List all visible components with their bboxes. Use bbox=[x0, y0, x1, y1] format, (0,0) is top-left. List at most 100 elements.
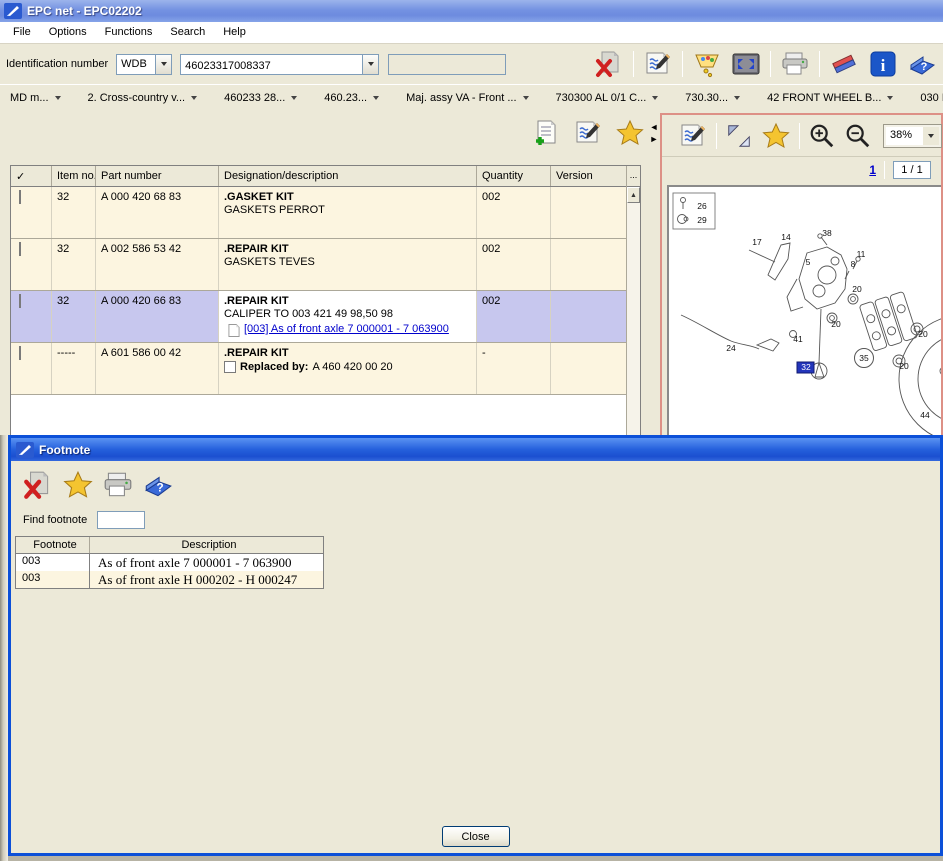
footnote-table: Footnote Description 003 As of front axl… bbox=[15, 536, 324, 589]
quantity: - bbox=[477, 343, 551, 394]
footnote-link[interactable]: [003] As of front axle 7 000001 - 7 0639… bbox=[244, 323, 470, 336]
wmi-combo[interactable]: WDB bbox=[116, 54, 172, 75]
part-number: A 000 420 66 83 bbox=[96, 291, 219, 342]
designation: .GASKET KIT bbox=[224, 191, 476, 204]
row-checkbox[interactable] bbox=[19, 242, 21, 256]
zoom-level-combo[interactable]: 38% bbox=[884, 125, 941, 147]
window-title: EPC net - EPC02202 bbox=[27, 4, 142, 18]
zoom-dropdown-button[interactable] bbox=[923, 127, 939, 145]
breadcrumb-item-subseries[interactable]: 730.30... bbox=[685, 92, 740, 104]
breadcrumb-item-type[interactable]: 460233 28... bbox=[224, 92, 297, 104]
scroll-up-button[interactable]: ▲ bbox=[627, 187, 640, 203]
page-number-link[interactable]: 1 bbox=[869, 163, 876, 177]
header-check: ✓ bbox=[11, 166, 52, 186]
wmi-value: WDB bbox=[117, 55, 155, 74]
wmi-dropdown-button[interactable] bbox=[155, 55, 171, 74]
table-row-selected[interactable]: 32 A 000 420 66 83 .REPAIR KIT CALIPER T… bbox=[11, 291, 640, 343]
print-icon bbox=[780, 49, 810, 79]
window-left-edge bbox=[0, 435, 8, 861]
column-options-button[interactable]: ... bbox=[627, 166, 640, 187]
info-button[interactable] bbox=[868, 49, 898, 79]
table-row[interactable]: 32 A 000 420 68 83 .GASKET KIT GASKETS P… bbox=[11, 187, 640, 239]
menu-file[interactable]: File bbox=[4, 24, 40, 40]
breadcrumb-item-group[interactable]: 42 FRONT WHEEL B... bbox=[767, 92, 893, 104]
help-button[interactable] bbox=[907, 49, 937, 79]
zoom-out-button[interactable] bbox=[844, 121, 872, 151]
print-button[interactable] bbox=[780, 49, 810, 79]
table-row[interactable]: 32 A 002 586 53 42 .REPAIR KIT GASKETS T… bbox=[11, 239, 640, 291]
add-document-button[interactable] bbox=[531, 118, 561, 148]
vin-combo[interactable] bbox=[180, 54, 379, 75]
collapse-left-icon[interactable]: ◄ bbox=[650, 122, 659, 132]
window-bottom-edge bbox=[0, 856, 943, 861]
notes-button[interactable] bbox=[573, 118, 603, 148]
row-checkbox[interactable] bbox=[19, 190, 21, 204]
item-no: 32 bbox=[52, 239, 96, 290]
header-quantity: Quantity bbox=[477, 166, 551, 186]
nav-separator bbox=[884, 161, 885, 179]
svg-text:29: 29 bbox=[697, 215, 707, 225]
breadcrumb-item-al[interactable]: 730300 AL 0/1 C... bbox=[556, 92, 659, 104]
footnote-row[interactable]: 003 As of front axle 7 000001 - 7 063900 bbox=[16, 554, 323, 571]
zoom-in-button[interactable] bbox=[808, 121, 836, 151]
menu-options[interactable]: Options bbox=[40, 24, 96, 40]
svg-text:8: 8 bbox=[851, 259, 856, 269]
favorites-button[interactable] bbox=[615, 118, 645, 148]
chevron-down-icon bbox=[652, 96, 658, 100]
add-document-icon bbox=[531, 118, 561, 148]
replaced-by-checkbox[interactable] bbox=[224, 361, 236, 373]
breadcrumb-item-series[interactable]: 460.23... bbox=[324, 92, 379, 104]
footnote-table-header: Footnote Description bbox=[16, 537, 323, 554]
favorites-button[interactable] bbox=[61, 468, 94, 501]
menu-functions[interactable]: Functions bbox=[96, 24, 162, 40]
breadcrumb-item-model[interactable]: MD m... bbox=[10, 92, 61, 104]
part-number: A 002 586 53 42 bbox=[96, 239, 219, 290]
chevron-down-icon bbox=[734, 96, 740, 100]
notes-button[interactable] bbox=[643, 49, 673, 79]
item-no: 32 bbox=[52, 187, 96, 238]
header-footnote: Footnote bbox=[16, 537, 90, 553]
svg-text:24: 24 bbox=[726, 343, 736, 353]
breadcrumb-item-subgroup[interactable]: 030 FRONT W bbox=[920, 92, 943, 104]
svg-text:32: 32 bbox=[801, 362, 811, 372]
vin-input[interactable] bbox=[181, 55, 362, 74]
table-row[interactable]: ----- A 601 586 00 42 .REPAIR KIT Replac… bbox=[11, 343, 640, 395]
parts-basket-button[interactable] bbox=[692, 49, 722, 79]
favorites-button[interactable] bbox=[761, 121, 791, 151]
chevron-down-icon bbox=[523, 96, 529, 100]
chevron-down-icon bbox=[887, 96, 893, 100]
row-checkbox[interactable] bbox=[19, 294, 21, 308]
print-button[interactable] bbox=[101, 468, 134, 501]
collapse-right-icon[interactable]: ► bbox=[650, 134, 659, 144]
breadcrumb-item-assembly[interactable]: Maj. assy VA - Front ... bbox=[406, 92, 528, 104]
close-document-button[interactable] bbox=[21, 468, 54, 501]
document-icon bbox=[228, 323, 240, 338]
fit-image-button[interactable] bbox=[725, 121, 753, 151]
footnote-row[interactable]: 003 As of front axle H 000202 - H 000247 bbox=[16, 571, 323, 588]
footnote-code: 003 bbox=[16, 571, 90, 588]
favorites-star-icon bbox=[615, 118, 645, 148]
notes-button[interactable] bbox=[678, 121, 708, 151]
close-button[interactable]: Close bbox=[442, 826, 510, 847]
menu-help[interactable]: Help bbox=[214, 24, 255, 40]
breadcrumb-item-class[interactable]: 2. Cross-country v... bbox=[88, 92, 198, 104]
find-footnote-input[interactable] bbox=[97, 511, 145, 529]
svg-text:35: 35 bbox=[859, 353, 869, 363]
parts-toolbar bbox=[480, 118, 645, 148]
app-quill-icon bbox=[4, 3, 22, 19]
menu-search[interactable]: Search bbox=[161, 24, 214, 40]
svg-text:38: 38 bbox=[822, 228, 832, 238]
close-document-button[interactable] bbox=[594, 49, 624, 79]
image-toolbar: 38% bbox=[662, 115, 941, 157]
vin-dropdown-button[interactable] bbox=[362, 55, 378, 74]
chevron-down-icon bbox=[368, 62, 374, 66]
footnote-description: As of front axle H 000202 - H 000247 bbox=[90, 571, 323, 588]
row-checkbox[interactable] bbox=[19, 346, 21, 360]
header-description: Description bbox=[90, 537, 323, 553]
eraser-button[interactable] bbox=[829, 49, 859, 79]
help-button[interactable] bbox=[141, 468, 174, 501]
header-part-number: Part number bbox=[96, 166, 219, 186]
fit-screen-button[interactable] bbox=[731, 49, 761, 79]
notes-icon bbox=[573, 118, 603, 148]
svg-text:20: 20 bbox=[918, 329, 928, 339]
